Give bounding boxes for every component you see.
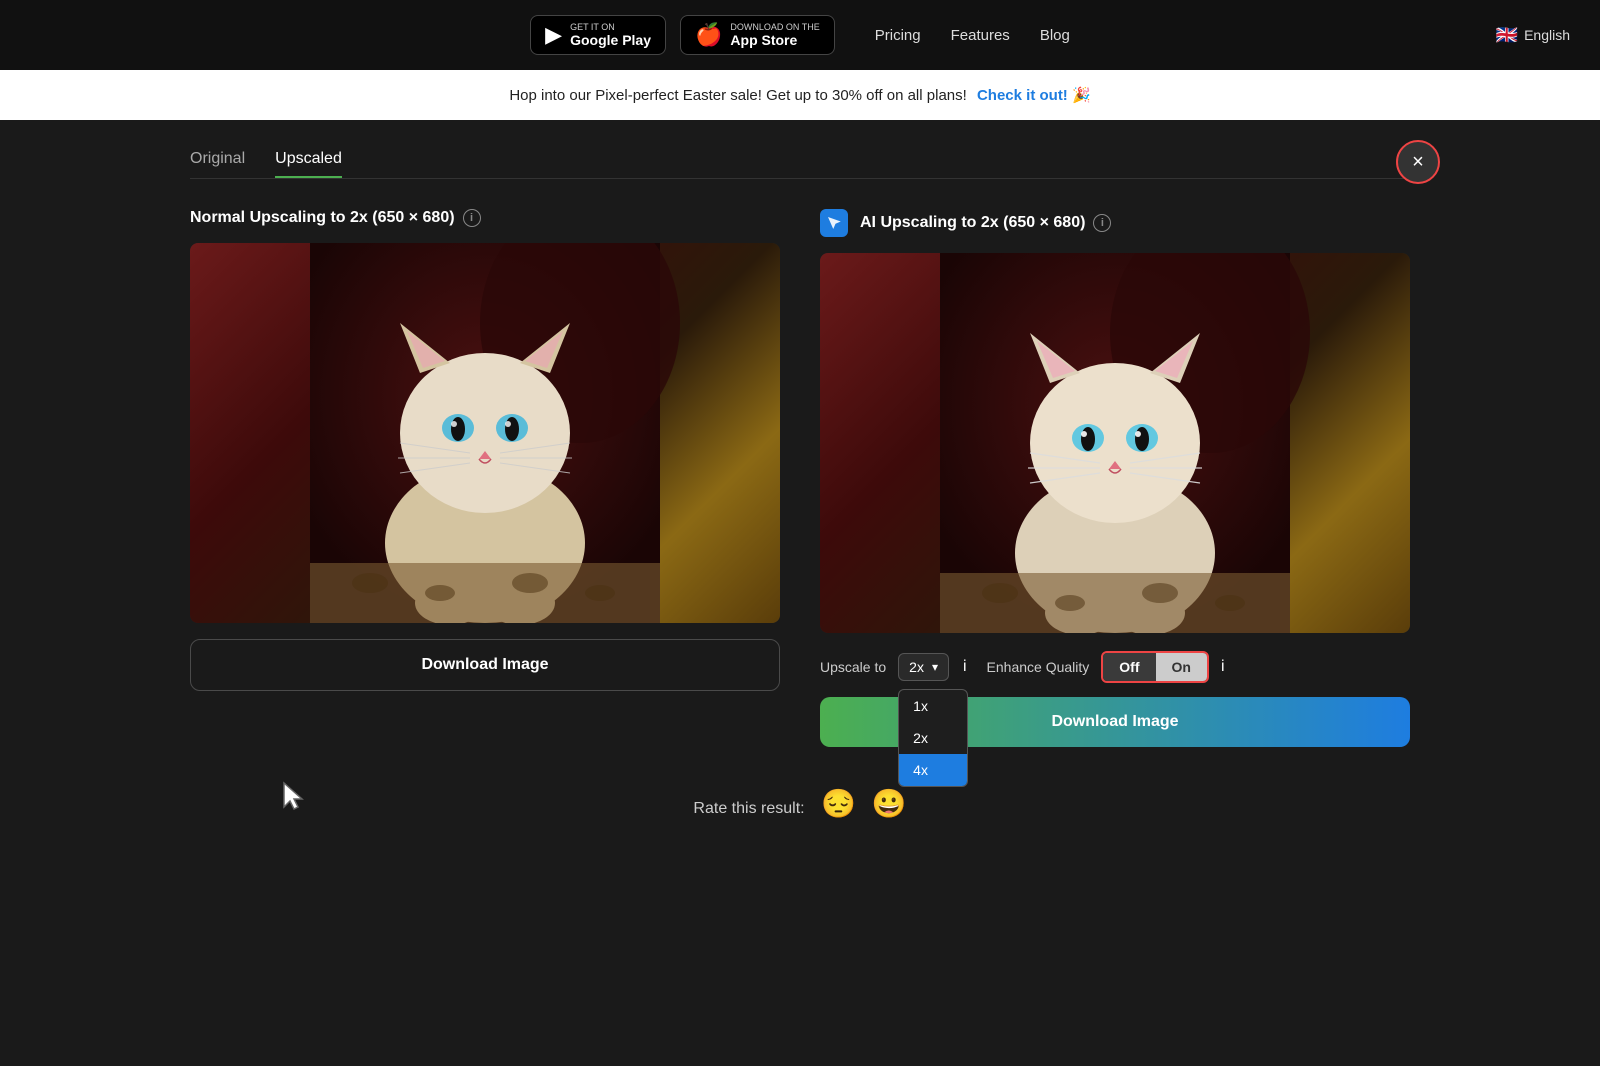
announcement-link[interactable]: Check it out! (977, 87, 1068, 104)
enhance-quality-toggle: Off On (1101, 651, 1209, 683)
language-label: English (1524, 27, 1570, 43)
toggle-off-button[interactable]: Off (1103, 653, 1155, 681)
sad-emoji[interactable]: 😔 (821, 788, 856, 819)
nav-links: Pricing Features Blog (875, 27, 1070, 44)
upscale-dropdown: 1x 2x 4x (898, 689, 968, 787)
upscale-select[interactable]: 2x ▾ (898, 653, 949, 681)
happy-emoji[interactable]: 😀 (872, 788, 907, 819)
dropdown-item-1x[interactable]: 1x (899, 690, 967, 722)
tab-original[interactable]: Original (190, 150, 245, 178)
controls-row: Upscale to 2x ▾ 1x 2x 4x i Enhance Qual (820, 651, 1410, 683)
app-store-name: App Store (730, 32, 819, 48)
nav-blog[interactable]: Blog (1040, 27, 1070, 44)
normal-image-frame (190, 243, 780, 623)
upscale-current-value: 2x (909, 659, 924, 675)
upscale-select-wrapper: 2x ▾ 1x 2x 4x (898, 653, 949, 681)
normal-cat-image (190, 243, 780, 623)
ai-cat-image (820, 253, 1410, 633)
normal-upscale-title: Normal Upscaling to 2x (650 × 680) i (190, 209, 780, 227)
google-play-icon: ▶ (545, 22, 562, 48)
rate-section: Rate this result: 😔 😀 (190, 787, 1410, 820)
normal-download-button[interactable]: Download Image (190, 639, 780, 691)
ai-info-icon[interactable]: i (1093, 214, 1111, 232)
upscale-info-icon[interactable]: i (963, 658, 967, 676)
announcement-bar: Hop into our Pixel-perfect Easter sale! … (0, 70, 1600, 120)
store-buttons: ▶ GET IT ON Google Play 🍎 Download on th… (530, 15, 835, 55)
google-play-button[interactable]: ▶ GET IT ON Google Play (530, 15, 666, 55)
dropdown-item-2x[interactable]: 2x (899, 722, 967, 754)
language-button[interactable]: 🇬🇧 English (1496, 25, 1570, 46)
app-store-button[interactable]: 🍎 Download on the App Store (680, 15, 835, 55)
dropdown-item-4x[interactable]: 4x (899, 754, 967, 786)
chevron-down-icon: ▾ (932, 660, 938, 674)
main-container: × Original Upscaled Normal Upscaling to … (150, 120, 1450, 880)
ai-upscale-icon (820, 209, 848, 237)
enhance-info-icon[interactable]: i (1221, 658, 1225, 676)
close-icon: × (1412, 151, 1424, 174)
announcement-emoji: 🎉 (1072, 87, 1091, 104)
flag-icon: 🇬🇧 (1496, 25, 1518, 46)
app-store-text: Download on the App Store (730, 22, 819, 48)
normal-upscale-column: Normal Upscaling to 2x (650 × 680) i (190, 209, 780, 747)
app-store-get-it: Download on the (730, 22, 819, 32)
close-button[interactable]: × (1396, 140, 1440, 184)
ai-upscale-title: AI Upscaling to 2x (650 × 680) i (820, 209, 1410, 237)
rate-emojis: 😔 😀 (821, 788, 907, 819)
google-play-name: Google Play (570, 32, 651, 48)
cat-svg-ai (820, 253, 1410, 633)
cat-svg-normal (190, 243, 780, 623)
google-play-text: GET IT ON Google Play (570, 22, 651, 48)
ai-upscale-column: AI Upscaling to 2x (650 × 680) i (820, 209, 1410, 747)
enhance-label: Enhance Quality (987, 659, 1090, 675)
tab-upscaled[interactable]: Upscaled (275, 150, 342, 178)
apple-icon: 🍎 (695, 22, 722, 48)
nav-pricing[interactable]: Pricing (875, 27, 921, 44)
content-columns: Normal Upscaling to 2x (650 × 680) i (190, 209, 1410, 747)
top-nav: ▶ GET IT ON Google Play 🍎 Download on th… (0, 0, 1600, 70)
tabs: Original Upscaled (190, 150, 1410, 179)
ai-image-frame (820, 253, 1410, 633)
upscale-label: Upscale to (820, 659, 886, 675)
announcement-text: Hop into our Pixel-perfect Easter sale! … (509, 87, 966, 104)
toggle-on-button[interactable]: On (1156, 653, 1207, 681)
nav-features[interactable]: Features (951, 27, 1010, 44)
rate-label: Rate this result: (693, 800, 804, 817)
normal-info-icon[interactable]: i (463, 209, 481, 227)
google-play-get-it: GET IT ON (570, 22, 651, 32)
